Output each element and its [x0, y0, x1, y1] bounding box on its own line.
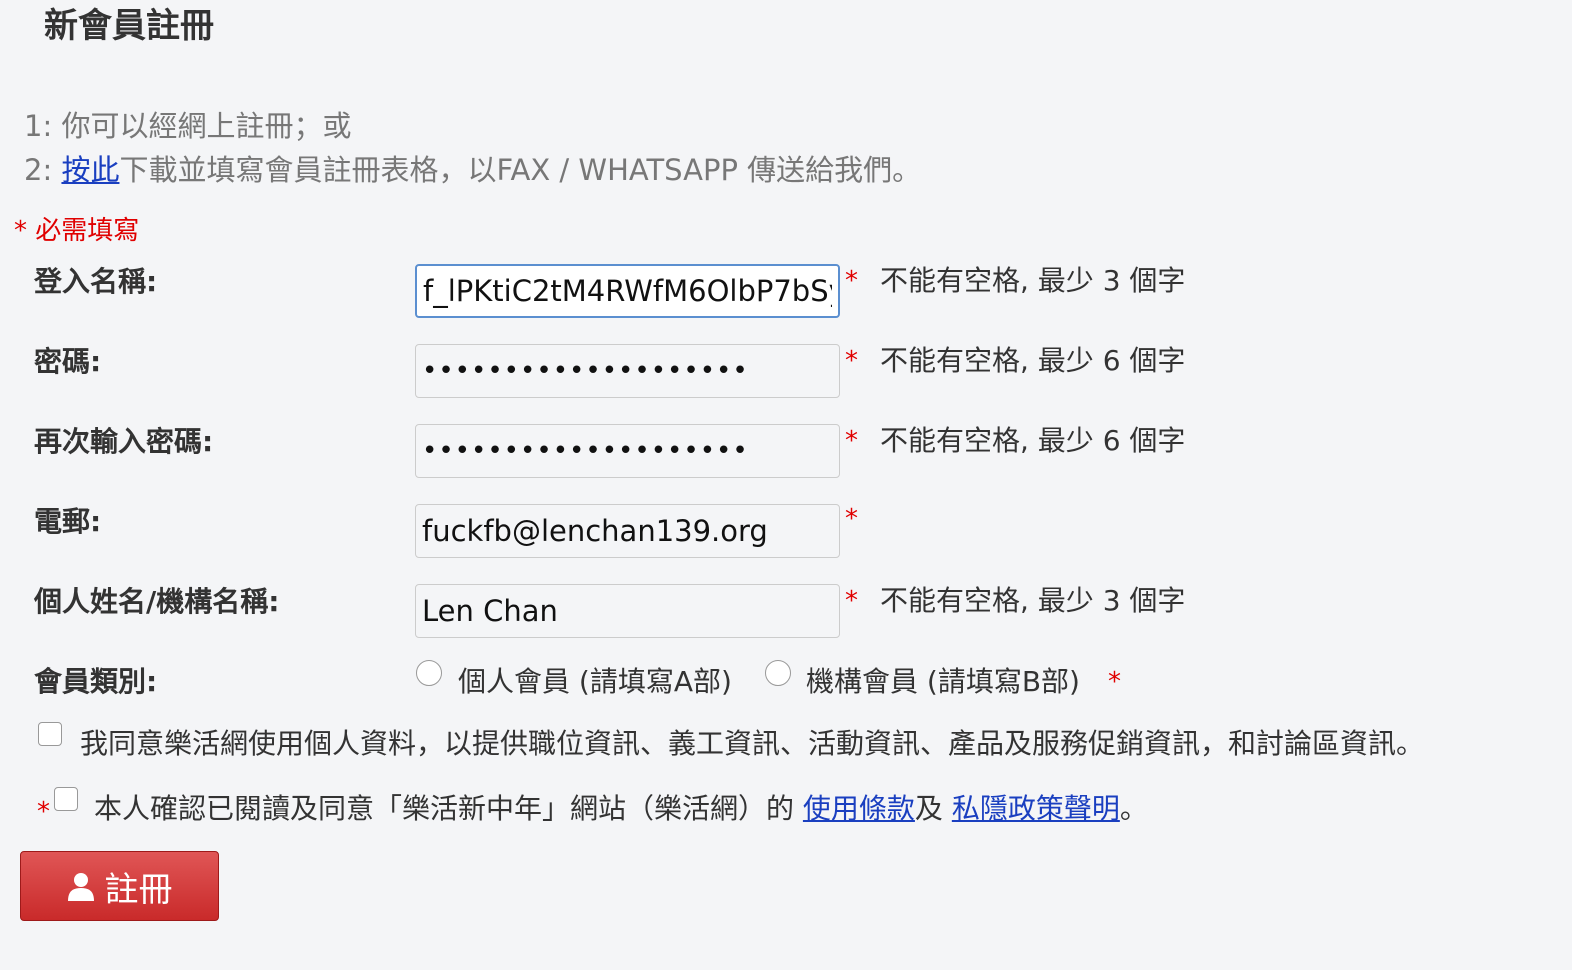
password-confirm-hint: 不能有空格, 最少 6 個字	[880, 424, 1186, 457]
intro-line-2-prefix: 2:	[24, 153, 62, 187]
member-type-organization-radio[interactable]	[765, 660, 791, 686]
user-icon	[67, 871, 95, 901]
consent-marketing-checkbox[interactable]	[38, 722, 62, 746]
member-type-individual-radio[interactable]	[416, 660, 442, 686]
password-hint: 不能有空格, 最少 6 個字	[880, 344, 1186, 377]
register-button[interactable]: 註冊	[20, 851, 219, 921]
name-label: 個人姓名/機構名稱:	[34, 585, 280, 618]
intro-line-2-suffix: 下載並填寫會員註冊表格，以FAX / WHATSAPP 傳送給我們。	[119, 153, 922, 187]
register-button-label: 註冊	[104, 869, 173, 910]
member-type-label: 會員類別:	[34, 665, 158, 698]
consent-terms-and: 及	[914, 792, 952, 825]
member-type-organization-label[interactable]: 機構會員 (請填寫B部)	[806, 662, 1080, 702]
member-type-individual-label[interactable]: 個人會員 (請填寫A部)	[458, 662, 732, 702]
password-confirm-required-mark: *	[845, 426, 858, 456]
download-form-link[interactable]: 按此	[61, 153, 119, 187]
member-type-required-mark: *	[1108, 667, 1121, 697]
consent-terms-suffix: 。	[1119, 792, 1148, 825]
consent-terms-text: 本人確認已閱讀及同意「樂活新中年」網站（樂活網）的 使用條款及 私隱政策聲明。	[94, 789, 1148, 829]
page-title: 新會員註冊	[44, 6, 214, 46]
intro-line-2: 2: 按此下載並填寫會員註冊表格，以FAX / WHATSAPP 傳送給我們。	[24, 150, 921, 190]
password-label: 密碼:	[34, 345, 102, 378]
terms-of-use-link[interactable]: 使用條款	[803, 792, 915, 825]
consent-terms-checkbox[interactable]	[54, 787, 78, 811]
name-required-mark: *	[845, 586, 858, 616]
consent-terms-required-mark: *	[37, 797, 50, 827]
required-note: * 必需填寫	[14, 216, 140, 246]
intro-line-1: 1: 你可以經網上註冊；或	[24, 109, 352, 143]
email-required-mark: *	[845, 504, 858, 534]
password-confirm-label: 再次輸入密碼:	[34, 425, 214, 458]
registration-page: 新會員註冊 1: 你可以經網上註冊；或 2: 按此下載並填寫會員註冊表格，以FA…	[0, 0, 1572, 970]
email-label: 電郵:	[34, 505, 102, 538]
username-label: 登入名稱:	[34, 265, 158, 298]
email-input[interactable]	[415, 504, 840, 558]
consent-marketing-text: 我同意樂活網使用個人資料，以提供職位資訊、義工資訊、活動資訊、產品及服務促銷資訊…	[80, 727, 1425, 760]
username-input[interactable]	[415, 264, 840, 318]
username-required-mark: *	[845, 266, 858, 296]
password-input[interactable]	[415, 344, 840, 398]
name-input[interactable]	[415, 584, 840, 638]
password-confirm-input[interactable]	[415, 424, 840, 478]
name-hint: 不能有空格, 最少 3 個字	[880, 584, 1186, 617]
consent-terms-prefix: 本人確認已閱讀及同意「樂活新中年」網站（樂活網）的	[94, 792, 803, 825]
username-hint: 不能有空格, 最少 3 個字	[880, 264, 1186, 297]
privacy-policy-link[interactable]: 私隱政策聲明	[952, 792, 1120, 825]
password-required-mark: *	[845, 346, 858, 376]
